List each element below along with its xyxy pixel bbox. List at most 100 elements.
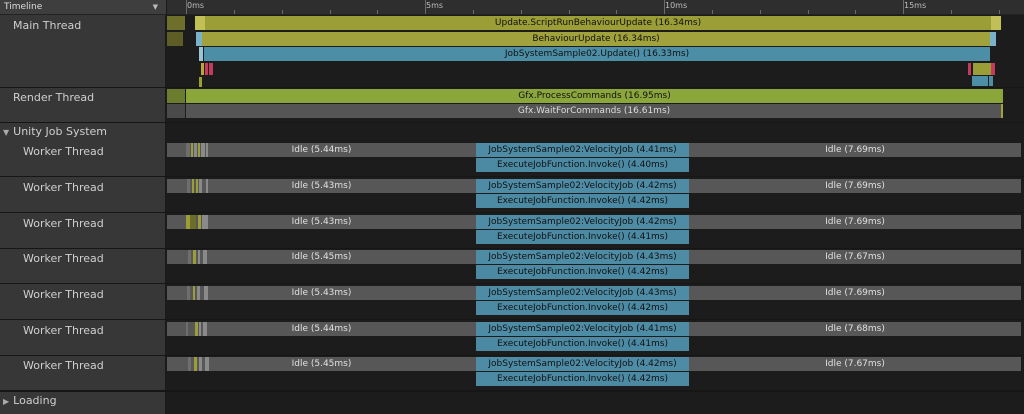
thread-separator xyxy=(0,391,1024,392)
timeline-title: Timeline xyxy=(4,2,43,12)
ruler-tick xyxy=(186,0,187,14)
main-thread-label[interactable]: Main Thread xyxy=(13,19,81,33)
worker-small-sample[interactable] xyxy=(193,286,195,300)
worker-small-sample[interactable] xyxy=(187,286,190,300)
worker-small-sample[interactable] xyxy=(198,143,200,157)
render-thread-pre-sample[interactable] xyxy=(167,104,185,118)
worker-thread-label[interactable]: Worker Thread xyxy=(23,359,104,373)
unity-job-system-group[interactable]: ▼ Unity Job System xyxy=(3,125,107,140)
main-thread-small-sample[interactable] xyxy=(968,63,971,75)
execute-job-function-bar[interactable]: ExecuteJobFunction.Invoke() (4.42ms) xyxy=(476,301,689,315)
main-thread-small-sample[interactable] xyxy=(195,16,205,30)
idle-label: Idle (5.43ms) xyxy=(291,181,352,191)
worker-small-sample[interactable] xyxy=(192,179,194,193)
behaviour-update-bar[interactable]: BehaviourUpdate (16.34ms) xyxy=(202,32,990,46)
worker-thread-label[interactable]: Worker Thread xyxy=(23,252,104,266)
execute-job-function-bar[interactable]: ExecuteJobFunction.Invoke() (4.41ms) xyxy=(476,337,689,351)
thread-separator xyxy=(0,212,1024,213)
ruler-minor-tick xyxy=(760,10,761,14)
execute-job-function-bar[interactable]: ExecuteJobFunction.Invoke() (4.42ms) xyxy=(476,372,689,386)
render-thread-small-sample[interactable] xyxy=(1001,104,1003,118)
main-thread-small-sample[interactable] xyxy=(201,63,204,75)
worker-small-sample[interactable] xyxy=(186,143,190,157)
idle-label: Idle (7.69ms) xyxy=(825,145,885,155)
worker-small-sample[interactable] xyxy=(206,179,208,193)
ruler-minor-tick xyxy=(712,10,713,14)
main-thread-pre-sample[interactable] xyxy=(167,16,185,30)
execute-job-function-bar[interactable]: ExecuteJobFunction.Invoke() (4.41ms) xyxy=(476,230,689,244)
ruler-label-15ms: 15ms xyxy=(904,1,927,10)
worker-small-sample[interactable] xyxy=(198,250,200,264)
velocity-job-bar[interactable]: JobSystemSample02:VelocityJob (4.42ms) xyxy=(476,215,689,229)
main-thread-small-sample[interactable] xyxy=(991,63,995,75)
time-ruler[interactable]: 0ms 5ms 10ms 15ms xyxy=(167,0,1024,15)
thread-separator xyxy=(0,248,1024,249)
job-system-sample-update-bar[interactable]: JobSystemSample02.Update() (16.33ms) xyxy=(204,47,990,61)
worker-small-sample[interactable] xyxy=(193,250,196,264)
ruler-minor-tick xyxy=(330,10,331,14)
main-thread-small-sample[interactable] xyxy=(972,76,988,86)
execute-job-function-bar[interactable]: ExecuteJobFunction.Invoke() (4.40ms) xyxy=(476,158,689,172)
worker-thread-label[interactable]: Worker Thread xyxy=(23,181,104,195)
main-thread-small-sample[interactable] xyxy=(199,47,203,61)
ruler-minor-tick xyxy=(808,10,809,14)
worker-small-sample[interactable] xyxy=(188,250,191,264)
worker-thread-label[interactable]: Worker Thread xyxy=(23,145,104,159)
script-run-behaviour-update-bar[interactable]: Update.ScriptRunBehaviourUpdate (16.34ms… xyxy=(205,16,991,30)
worker-small-sample[interactable] xyxy=(197,286,200,300)
main-thread-small-sample[interactable] xyxy=(209,63,213,75)
idle-label: Idle (7.69ms) xyxy=(825,181,885,191)
worker-small-sample[interactable] xyxy=(199,357,202,371)
worker-small-sample[interactable] xyxy=(195,322,198,336)
velocity-job-bar[interactable]: JobSystemSample02:VelocityJob (4.41ms) xyxy=(476,143,689,157)
worker-small-sample[interactable] xyxy=(188,357,191,371)
execute-job-function-bar[interactable]: ExecuteJobFunction.Invoke() (4.42ms) xyxy=(476,265,689,279)
worker-thread-label[interactable]: Worker Thread xyxy=(23,288,104,302)
main-thread-small-sample[interactable] xyxy=(990,32,996,46)
worker-small-sample[interactable] xyxy=(196,179,198,193)
main-thread-small-sample[interactable] xyxy=(205,63,208,75)
worker-small-sample[interactable] xyxy=(194,357,197,371)
worker-small-sample[interactable] xyxy=(199,322,201,336)
velocity-job-bar[interactable]: JobSystemSample02:VelocityJob (4.41ms) xyxy=(476,322,689,336)
gfx-wait-for-commands-bar[interactable]: Gfx.WaitForCommands (16.61ms) xyxy=(186,104,1002,118)
loading-group[interactable]: ▶ Loading xyxy=(3,394,57,409)
worker-small-sample[interactable] xyxy=(203,250,207,264)
velocity-job-bar[interactable]: JobSystemSample02:VelocityJob (4.43ms) xyxy=(476,286,689,300)
dropdown-arrow-icon: ▼ xyxy=(152,3,158,11)
main-thread-pre-sample[interactable] xyxy=(167,32,183,46)
unity-job-system-label: Unity Job System xyxy=(13,125,108,138)
execute-job-function-bar[interactable]: ExecuteJobFunction.Invoke() (4.42ms) xyxy=(476,194,689,208)
gfx-process-commands-bar[interactable]: Gfx.ProcessCommands (16.95ms) xyxy=(186,89,1003,103)
main-thread-small-sample[interactable] xyxy=(199,77,202,87)
worker-small-sample[interactable] xyxy=(203,322,207,336)
worker-thread-label[interactable]: Worker Thread xyxy=(23,324,104,338)
worker-small-sample[interactable] xyxy=(190,215,196,229)
main-thread-small-sample[interactable] xyxy=(989,76,993,86)
worker-small-sample[interactable] xyxy=(205,357,209,371)
velocity-job-bar[interactable]: JobSystemSample02:VelocityJob (4.43ms) xyxy=(476,250,689,264)
collapsed-triangle-icon: ▶ xyxy=(3,397,10,406)
velocity-job-bar[interactable]: JobSystemSample02:VelocityJob (4.42ms) xyxy=(476,179,689,193)
main-thread-small-sample[interactable] xyxy=(973,63,991,75)
idle-label: Idle (5.44ms) xyxy=(291,324,352,334)
worker-small-sample[interactable] xyxy=(204,286,208,300)
worker-small-sample[interactable] xyxy=(187,179,190,193)
main-thread-small-sample[interactable] xyxy=(991,16,1001,30)
worker-small-sample[interactable] xyxy=(201,143,205,157)
thread-separator xyxy=(0,355,1024,356)
worker-small-sample[interactable] xyxy=(186,322,188,336)
velocity-job-bar[interactable]: JobSystemSample02:VelocityJob (4.42ms) xyxy=(476,357,689,371)
worker-small-sample[interactable] xyxy=(191,143,193,157)
ruler-minor-tick xyxy=(999,10,1000,14)
worker-small-sample[interactable] xyxy=(199,179,202,193)
timeline-dropdown[interactable]: Timeline ▼ xyxy=(0,0,166,15)
worker-small-sample[interactable] xyxy=(202,215,208,229)
worker-small-sample[interactable] xyxy=(198,215,201,229)
render-thread-label[interactable]: Render Thread xyxy=(13,91,94,105)
worker-small-sample[interactable] xyxy=(206,143,208,157)
render-thread-pre-sample[interactable] xyxy=(167,89,185,103)
worker-thread-label[interactable]: Worker Thread xyxy=(23,217,104,231)
thread-list-panel xyxy=(0,0,166,414)
worker-small-sample[interactable] xyxy=(194,143,197,157)
